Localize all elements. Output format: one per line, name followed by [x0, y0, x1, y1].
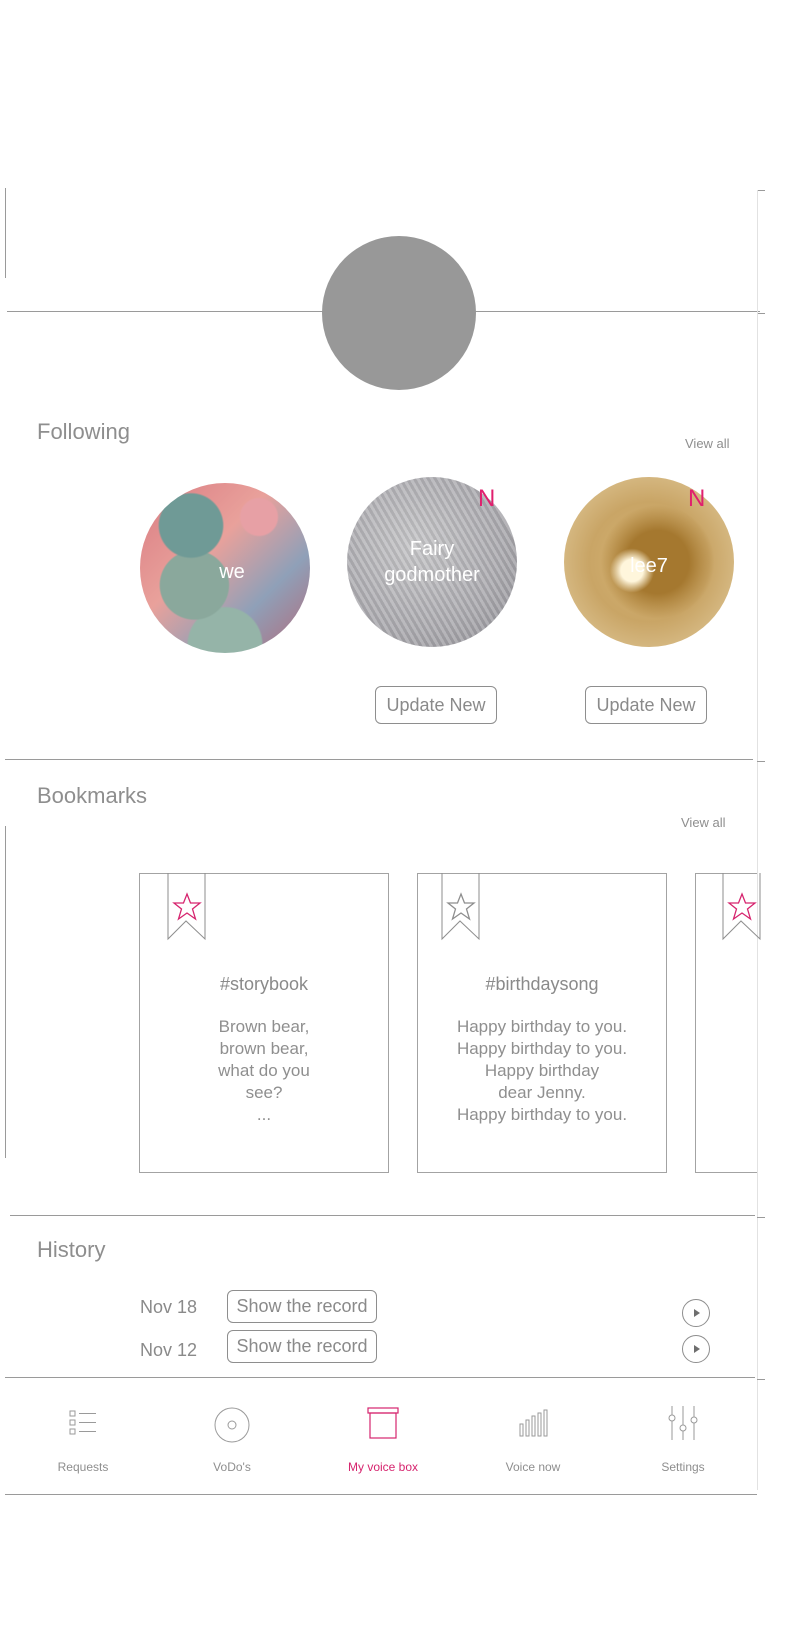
- tab-my-voice-box[interactable]: My voice box: [313, 1398, 453, 1478]
- new-badge: N: [688, 485, 706, 512]
- following-name: we: [219, 561, 245, 583]
- tabbar-top-border: [5, 1377, 755, 1378]
- tab-label: Requests: [57, 1460, 109, 1474]
- frame-tick: [757, 1217, 765, 1218]
- history-date: Nov 18: [140, 1297, 198, 1317]
- show-record-button[interactable]: Show the record: [227, 1290, 377, 1323]
- show-record-button[interactable]: Show the record: [227, 1330, 377, 1363]
- star-outline-icon[interactable]: [172, 892, 202, 922]
- play-icon[interactable]: [682, 1299, 710, 1327]
- bookmark-card[interactable]: #storybook Brown bear, brown bear, what …: [139, 873, 389, 1173]
- following-view-all-link[interactable]: View all: [685, 436, 730, 451]
- list-icon: [69, 1410, 96, 1435]
- frame-tick: [757, 1379, 765, 1380]
- bars-icon: [519, 1409, 548, 1437]
- frame-tick: [757, 761, 765, 762]
- bookmark-tag: #birthdaysong: [485, 974, 599, 994]
- tab-settings[interactable]: Settings: [613, 1398, 753, 1478]
- following-avatar-lee7[interactable]: lee7: [564, 477, 734, 647]
- tab-vodos[interactable]: VoDo's: [162, 1398, 302, 1478]
- tabbar-bottom-border: [5, 1494, 757, 1495]
- play-icon[interactable]: [682, 1335, 710, 1363]
- bookmark-text: Brown bear, brown bear, what do you see?…: [218, 1017, 310, 1124]
- frame-left-line-bookmarks: [5, 826, 6, 1158]
- update-new-button[interactable]: Update New: [585, 686, 707, 724]
- tab-label: Settings: [661, 1460, 705, 1474]
- frame-left-line-top: [5, 188, 6, 278]
- update-new-button[interactable]: Update New: [375, 686, 497, 724]
- frame-right-line: [757, 190, 758, 1490]
- new-badge: N: [478, 485, 496, 512]
- frame-tick-top: [757, 190, 765, 191]
- tab-label: Voice now: [505, 1460, 561, 1474]
- bookmark-card[interactable]: #birthdaysong Happy birthday to you. Hap…: [417, 873, 667, 1173]
- disc-icon: [214, 1407, 250, 1443]
- bookmark-text: Happy birthday to you. Happy birthday to…: [456, 1017, 628, 1124]
- bookmark-tag: #storybook: [219, 974, 309, 994]
- following-title: Following: [37, 419, 130, 444]
- tab-requests[interactable]: Requests: [13, 1398, 153, 1478]
- following-avatar-we[interactable]: we: [140, 483, 310, 653]
- frame-tick-mid: [757, 313, 765, 314]
- following-name: lee7: [630, 555, 668, 577]
- box-icon: [367, 1407, 399, 1439]
- bookmarks-title: Bookmarks: [37, 783, 148, 808]
- profile-avatar[interactable]: [322, 236, 476, 390]
- section-divider: [5, 759, 753, 760]
- bookmark-card-partial[interactable]: [695, 873, 761, 1173]
- star-outline-icon[interactable]: [727, 892, 757, 922]
- tab-voice-now[interactable]: Voice now: [463, 1398, 603, 1478]
- history-date: Nov 12: [140, 1340, 198, 1360]
- star-outline-icon[interactable]: [446, 892, 476, 922]
- bookmarks-view-all-link[interactable]: View all: [681, 815, 726, 830]
- tab-label: VoDo's: [213, 1460, 251, 1474]
- section-divider: [10, 1215, 755, 1216]
- sliders-icon: [668, 1406, 698, 1440]
- tab-label: My voice box: [347, 1460, 419, 1474]
- history-title: History: [37, 1237, 106, 1262]
